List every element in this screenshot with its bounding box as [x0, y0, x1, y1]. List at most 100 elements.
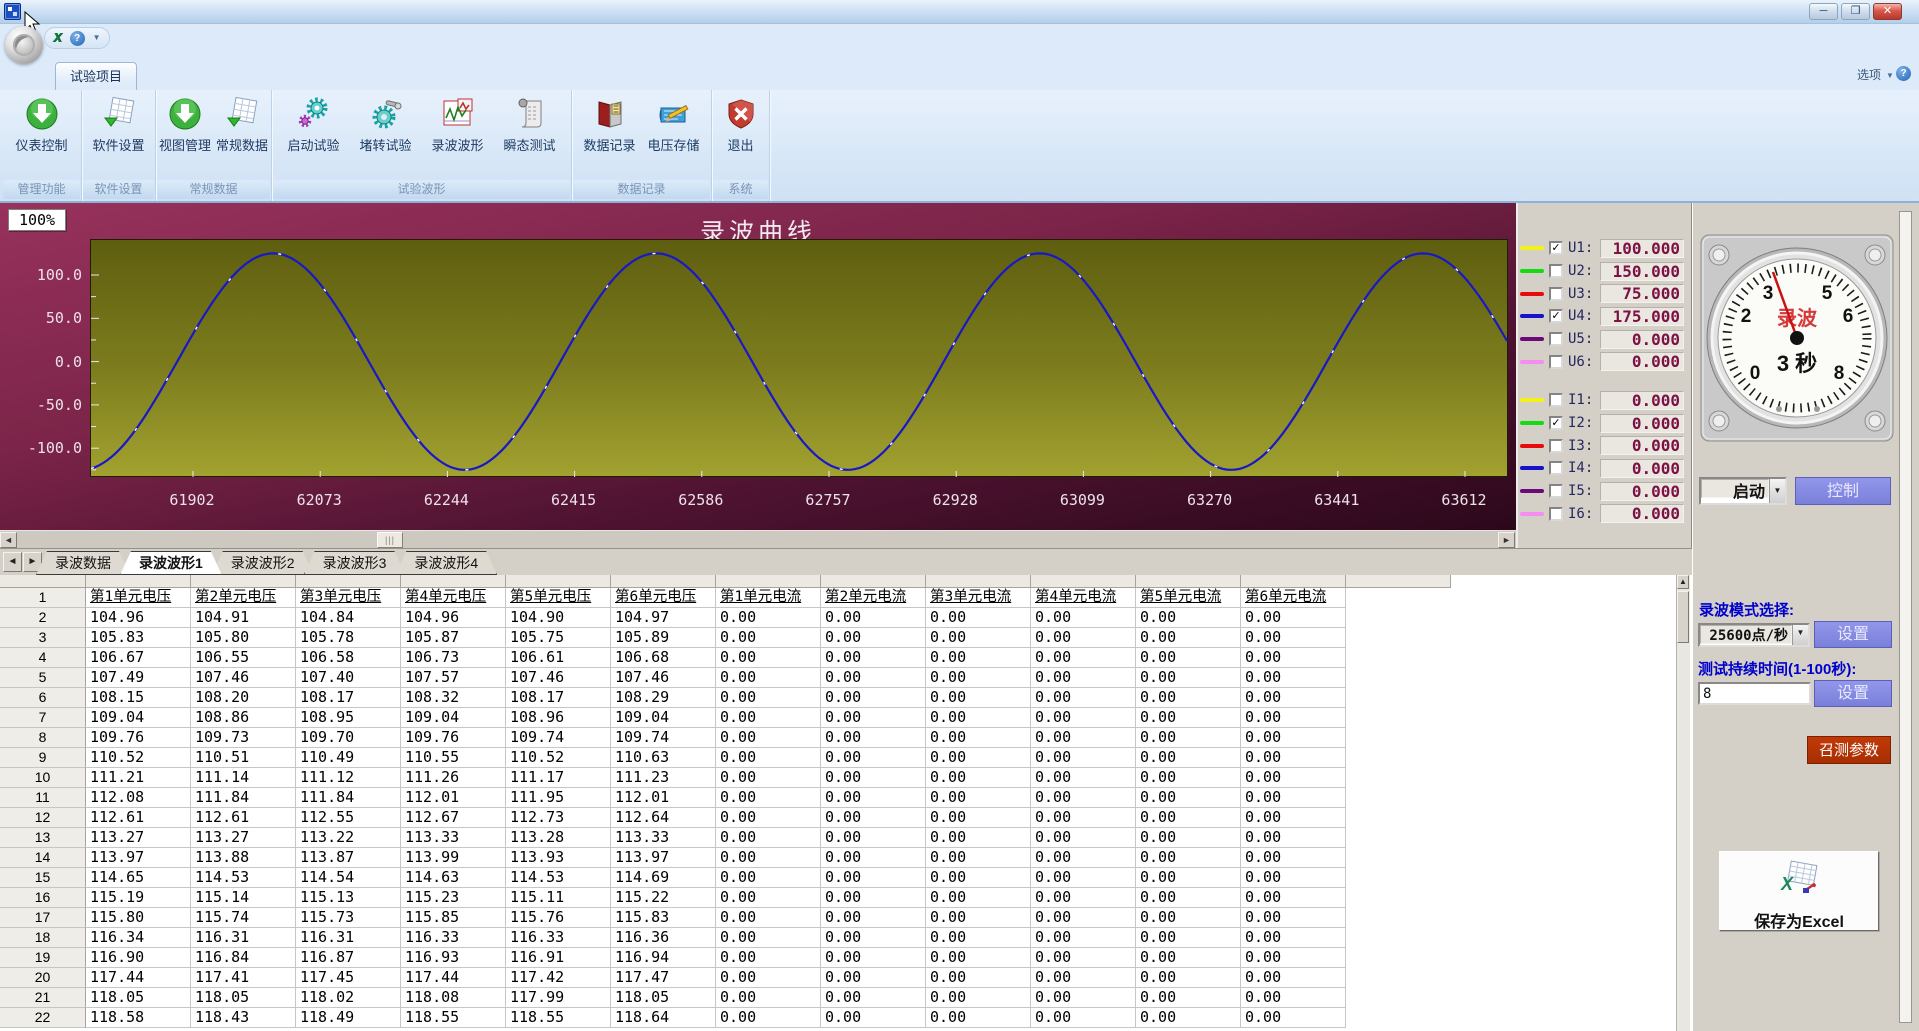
options-chevron-icon[interactable]: ▼	[1886, 72, 1894, 80]
table-cell: 106.58	[296, 648, 401, 668]
channel-checkbox[interactable]	[1549, 393, 1563, 407]
sheet-tab[interactable]: 录波波形3	[304, 551, 406, 575]
dropdown-arrow-icon[interactable]: ▼	[1769, 479, 1785, 503]
channel-checkbox[interactable]	[1549, 287, 1563, 301]
help-icon[interactable]: ?	[70, 31, 85, 46]
chart-horizontal-scrollbar[interactable]: ◄ ||| ►	[0, 530, 1516, 548]
table-cell: 0.00	[1241, 728, 1346, 748]
duration-input[interactable]: 8	[1698, 682, 1811, 705]
sheet-tab[interactable]: 录波波形4	[395, 551, 497, 575]
table-row: 3105.83105.80105.78105.87105.75105.890.0…	[0, 628, 1346, 648]
channel-value: 0.000	[1600, 459, 1684, 478]
table-cell: 104.90	[506, 608, 611, 628]
record-mode-select[interactable]: 25600点/秒 ▼	[1698, 623, 1810, 647]
x-tick-label: 62415	[551, 491, 596, 509]
channel-checkbox[interactable]	[1549, 507, 1563, 521]
waveform-record-button[interactable]: 录波波形	[422, 94, 494, 154]
table-cell: 114.53	[191, 868, 296, 888]
view-management-button[interactable]: 视图管理	[157, 94, 214, 154]
table-row: 18116.34116.31116.31116.33116.33116.360.…	[0, 928, 1346, 948]
channel-checkbox[interactable]	[1549, 439, 1563, 453]
control-button[interactable]: 控制	[1795, 477, 1891, 505]
legend-row: ✓U4:175.000	[1518, 305, 1694, 328]
data-record-button[interactable]: 数据记录	[578, 94, 642, 154]
transient-test-button[interactable]: 瞬态测试	[494, 94, 566, 154]
software-settings-button[interactable]: 软件设置	[83, 94, 155, 154]
table-cell: 107.46	[191, 668, 296, 688]
channel-checkbox[interactable]	[1549, 264, 1563, 278]
table-cell: 0.00	[1136, 748, 1241, 768]
options-menu[interactable]: 选项	[1857, 66, 1881, 83]
control-side-panel: 0 2 3 5 6 8 录波 3 秒 启动 ▼ 控制 录波模式选择: 25600…	[1692, 203, 1919, 1031]
table-row: 11112.08111.84111.84112.01111.95112.010.…	[0, 788, 1346, 808]
table-cell: 0.00	[1031, 928, 1136, 948]
table-cell: 106.68	[611, 648, 716, 668]
exit-button[interactable]: 退出	[714, 94, 768, 154]
channel-color-swatch	[1520, 292, 1544, 296]
recall-parameters-button[interactable]: 召测参数	[1807, 736, 1891, 764]
scrollbar-thumb[interactable]: |||	[377, 532, 403, 548]
table-cell: 0.00	[821, 928, 926, 948]
save-as-excel-button[interactable]: X 保存为Excel	[1719, 851, 1879, 931]
channel-checkbox[interactable]	[1549, 355, 1563, 369]
table-cell: 0.00	[1136, 808, 1241, 828]
sheet-tab[interactable]: 录波波形2	[212, 551, 314, 575]
set-duration-button[interactable]: 设置	[1814, 680, 1892, 707]
channel-checkbox[interactable]: ✓	[1549, 241, 1563, 255]
minimize-button[interactable]: ─	[1809, 3, 1838, 20]
channel-checkbox[interactable]: ✓	[1549, 309, 1563, 323]
panel-scrollbar[interactable]	[1899, 211, 1912, 1023]
table-scrollbar-thumb[interactable]	[1677, 591, 1689, 643]
set-mode-button[interactable]: 设置	[1814, 621, 1892, 648]
table-cell: 115.14	[191, 888, 296, 908]
grid-column-strip-cell	[506, 575, 611, 588]
meter-control-button[interactable]: 仪表控制	[6, 94, 78, 154]
table-scroll-up-button[interactable]: ▲	[1677, 575, 1689, 589]
general-data-button[interactable]: 常规数据	[214, 94, 271, 154]
scroll-left-button[interactable]: ◄	[0, 532, 17, 548]
table-cell: 115.23	[401, 888, 506, 908]
table-cell: 0.00	[1031, 988, 1136, 1008]
maximize-button[interactable]: ❐	[1841, 3, 1870, 20]
channel-value: 0.000	[1600, 482, 1684, 501]
channel-checkbox[interactable]	[1549, 484, 1563, 498]
table-cell: 105.78	[296, 628, 401, 648]
table-cell: 0.00	[1031, 1008, 1136, 1028]
row-number: 4	[0, 648, 86, 668]
zoom-level-badge[interactable]: 100%	[8, 209, 66, 231]
table-cell: 0.00	[926, 868, 1031, 888]
start-test-button[interactable]: 启动试验	[278, 94, 350, 154]
exit-shield-icon	[723, 96, 759, 132]
sheet-tab[interactable]: 录波数据	[36, 551, 130, 575]
tabs-scroll-left-button[interactable]: ◄	[3, 552, 22, 572]
customize-toolbar-chevron-icon[interactable]: ▼	[93, 34, 101, 42]
channel-checkbox[interactable]	[1549, 332, 1563, 346]
channel-checkbox[interactable]	[1549, 461, 1563, 475]
column-header: 第6单元电流	[1241, 588, 1346, 608]
grid-column-strip-cell	[716, 575, 821, 588]
channel-checkbox[interactable]: ✓	[1549, 416, 1563, 430]
sheet-tab[interactable]: 录波波形1	[120, 551, 222, 575]
channel-label: I2:	[1568, 415, 1600, 431]
help-icon[interactable]: ?	[1896, 66, 1911, 81]
table-cell: 110.49	[296, 748, 401, 768]
legend-row: U3:75.000	[1518, 282, 1694, 305]
scroll-right-button[interactable]: ►	[1498, 532, 1515, 548]
voltage-storage-button[interactable]: 电压存储	[642, 94, 706, 154]
table-vertical-scrollbar[interactable]: ▲	[1676, 575, 1690, 1031]
table-cell: 118.58	[86, 1008, 191, 1028]
table-cell: 0.00	[716, 888, 821, 908]
sine-waveform	[91, 253, 1507, 469]
locked-rotor-test-button[interactable]: 堵转试验	[350, 94, 422, 154]
table-cell: 112.73	[506, 808, 611, 828]
table-cell: 114.54	[296, 868, 401, 888]
waveform-chart-icon	[440, 96, 476, 132]
start-mode-select[interactable]: 启动 ▼	[1699, 477, 1787, 505]
legend-row: U6:0.000	[1518, 350, 1694, 373]
dropdown-arrow-icon[interactable]: ▼	[1792, 625, 1808, 645]
excel-icon[interactable]: X	[53, 29, 62, 47]
table-cell: 0.00	[926, 668, 1031, 688]
close-button[interactable]: ✕	[1873, 3, 1902, 20]
table-cell: 0.00	[1241, 808, 1346, 828]
tab-test-items[interactable]: 试验项目	[55, 62, 137, 90]
